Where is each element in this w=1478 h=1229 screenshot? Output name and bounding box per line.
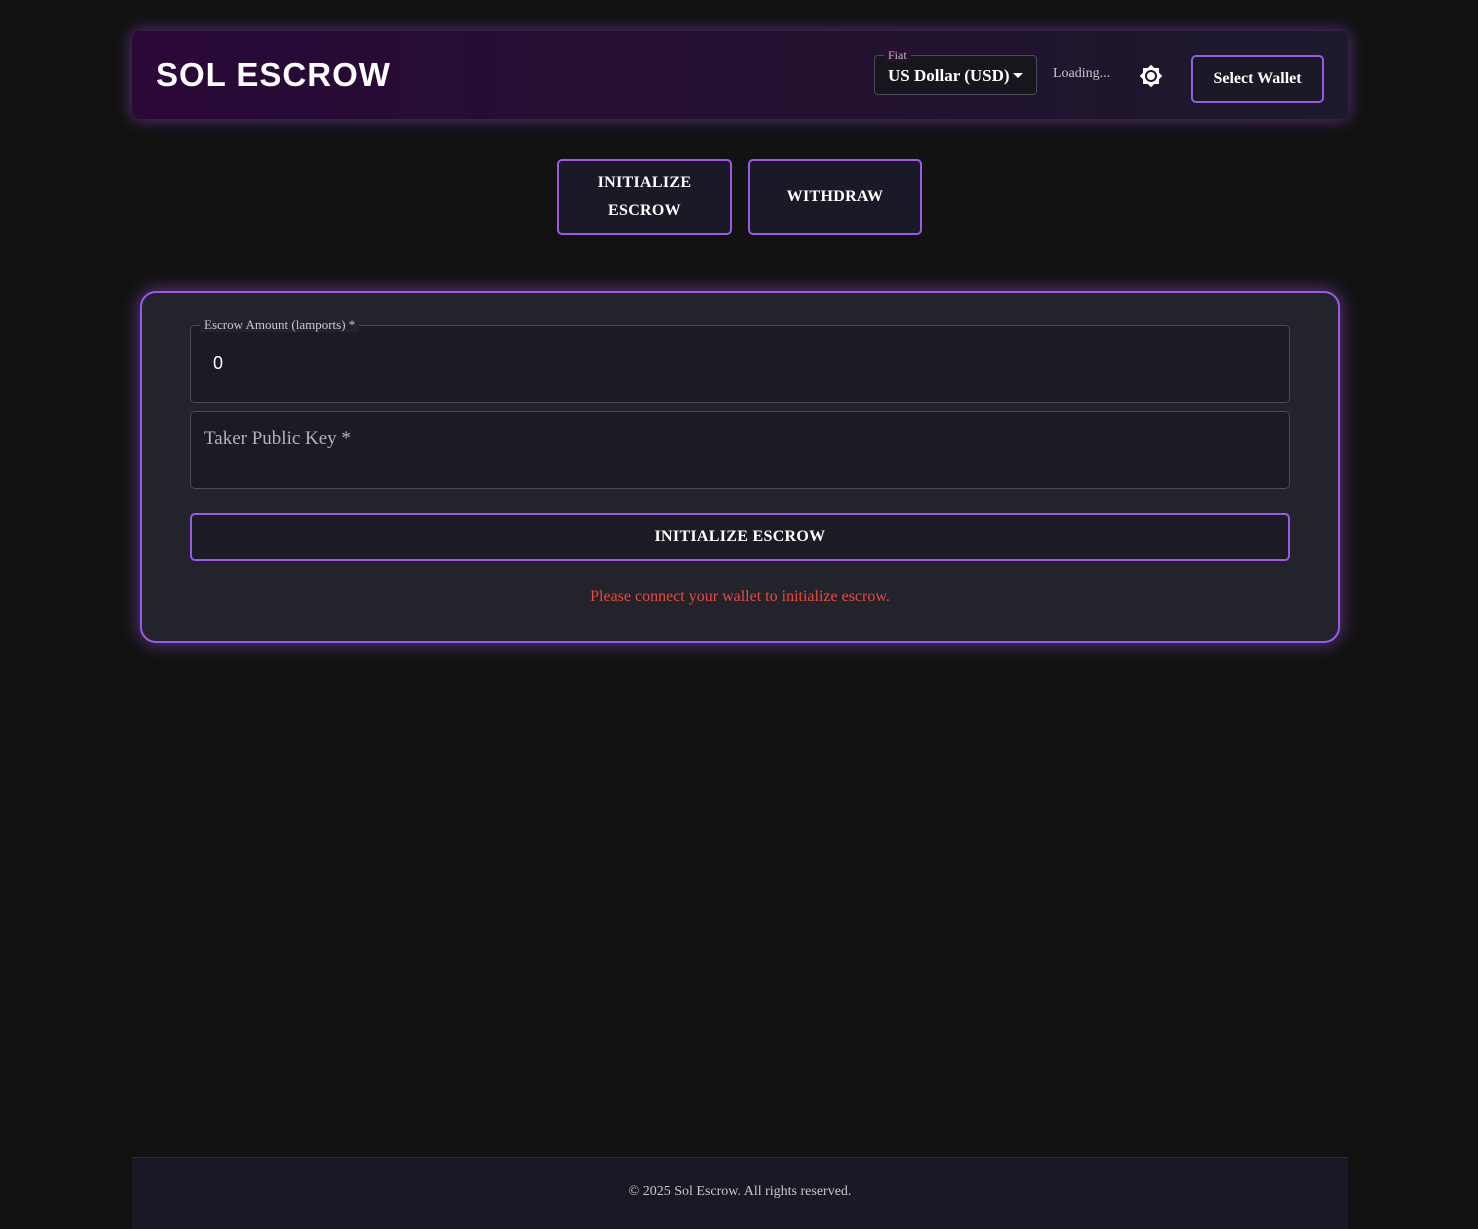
tab-label: WITHDRAW: [786, 188, 884, 205]
app-footer: © 2025 Sol Escrow. All rights reserved.: [132, 1157, 1348, 1229]
fiat-currency-select[interactable]: Fiat US Dollar (USD): [874, 48, 1037, 95]
fiat-select-label: Fiat: [884, 48, 911, 62]
tab-withdraw[interactable]: WITHDRAW: [748, 159, 922, 235]
fiat-select-value: US Dollar (USD): [888, 66, 1010, 85]
app-header: SOL ESCROW Fiat US Dollar (USD) Loading.…: [132, 31, 1348, 119]
theme-toggle-button[interactable]: [1138, 63, 1164, 89]
chevron-down-icon: [1013, 73, 1023, 78]
escrow-amount-field[interactable]: Escrow Amount (lamports) *: [190, 318, 1290, 403]
copyright-text: © 2025 Sol Escrow. All rights reserved.: [628, 1184, 852, 1199]
brand-title: SOL ESCROW: [156, 56, 391, 93]
escrow-amount-input[interactable]: [213, 352, 1253, 374]
escrow-amount-label: Escrow Amount (lamports) *: [200, 318, 360, 332]
price-status: Loading...: [1053, 66, 1111, 81]
brightness-icon: [1139, 64, 1163, 88]
tab-initialize-escrow[interactable]: INITIALIZE ESCROW: [557, 159, 732, 235]
taker-public-key-input[interactable]: [213, 438, 1253, 460]
taker-public-key-field[interactable]: Taker Public Key *: [190, 411, 1290, 489]
app-page: SOL ESCROW Fiat US Dollar (USD) Loading.…: [0, 0, 1478, 1229]
select-wallet-button[interactable]: Select Wallet: [1191, 55, 1324, 103]
tab-label: INITIALIZE ESCROW: [597, 174, 692, 219]
initialize-escrow-card: Escrow Amount (lamports) * Taker Public …: [140, 291, 1340, 643]
wallet-error-message: Please connect your wallet to initialize…: [590, 588, 890, 605]
initialize-escrow-button[interactable]: INITIALIZE ESCROW: [190, 513, 1290, 561]
